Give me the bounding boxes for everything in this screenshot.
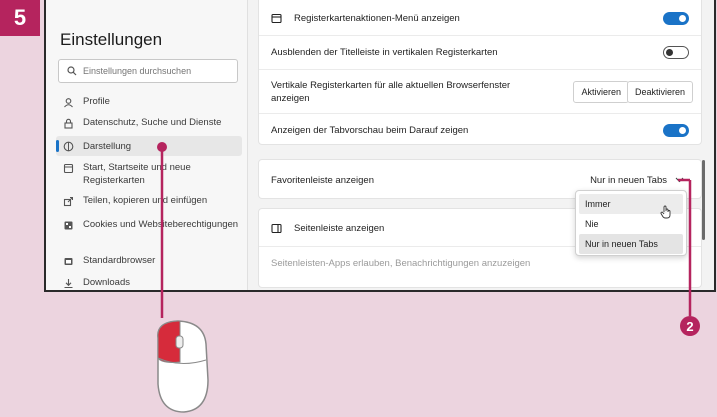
callout-dot-appearance <box>157 142 167 152</box>
callout-lines <box>157 142 692 318</box>
mouse-click-icon <box>157 320 209 413</box>
callout-badge-two: 2 <box>680 316 700 336</box>
